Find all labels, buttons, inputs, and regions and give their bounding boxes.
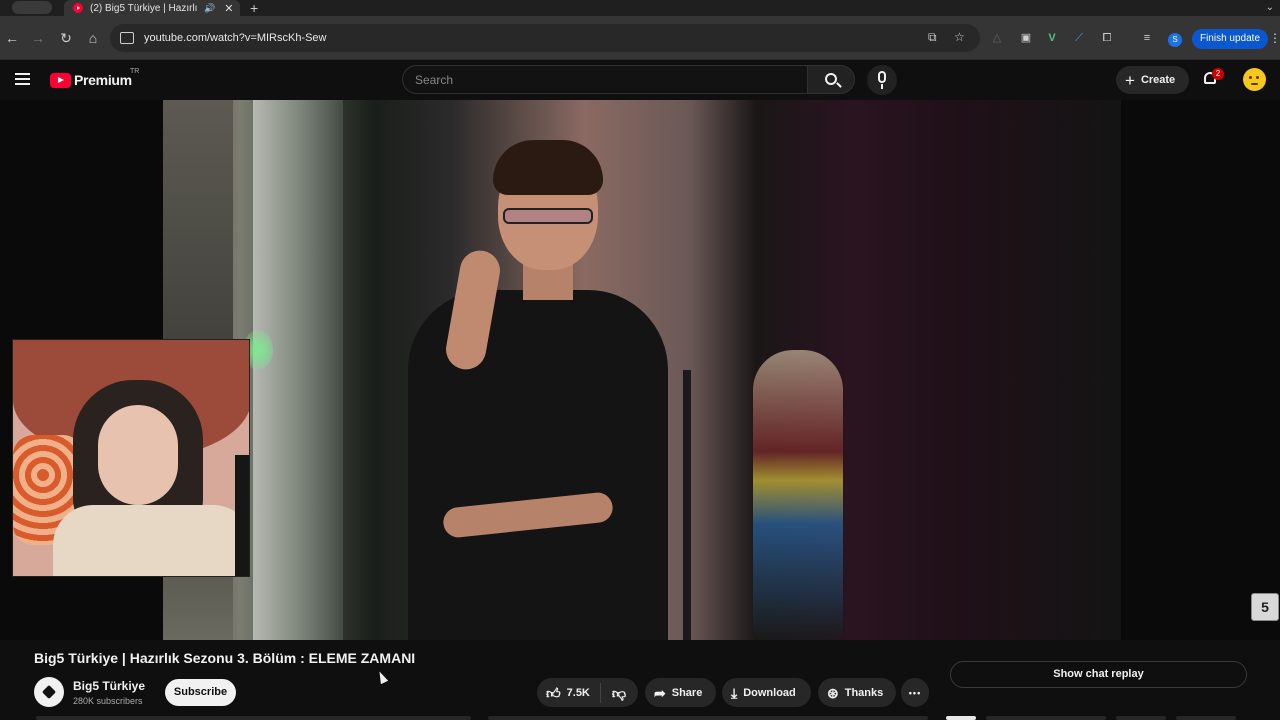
youtube-favicon-icon [73, 3, 83, 13]
address-bar[interactable]: youtube.com/watch?v=MIRscKh-Sew ⧉ ☆ [110, 24, 980, 52]
download-label: Download [743, 686, 796, 699]
voice-search-button[interactable] [867, 65, 897, 95]
like-button[interactable]: 👍︎ 7.5K [537, 682, 601, 703]
extension-translate-icon[interactable]: ▣ [1019, 31, 1033, 45]
reload-icon[interactable]: ↻ [58, 30, 74, 46]
subscriber-count: 280K subscribers [73, 696, 143, 706]
site-info-icon[interactable] [120, 32, 134, 44]
search-input[interactable] [403, 66, 807, 93]
logo-text: Premium [74, 72, 132, 88]
youtube-premium-logo[interactable]: Premium TR [50, 68, 139, 88]
extension-script-icon[interactable]: ⟋ [1072, 31, 1086, 45]
browser-profile-avatar[interactable]: S [1168, 33, 1182, 47]
youtube-play-logo-icon [50, 72, 71, 88]
search-box[interactable] [402, 65, 808, 94]
webcam-overlay [12, 339, 250, 577]
video-title: Big5 Türkiye | Hazırlık Sezonu 3. Bölüm … [34, 650, 416, 666]
tab-title: (2) Big5 Türkiye | Hazırlık Sezonu 3. Bö… [90, 2, 198, 14]
share-arrow-icon: ➦ [654, 684, 666, 701]
url-text[interactable]: youtube.com/watch?v=MIRscKh-Sew [144, 32, 327, 44]
browser-toolbar: ← → ↻ ⌂ youtube.com/watch?v=MIRscKh-Sew … [0, 16, 1280, 60]
bookmark-star-icon[interactable]: ☆ [954, 30, 965, 44]
browser-tab-active[interactable]: (2) Big5 Türkiye | Hazırlık Sezonu 3. Bö… [64, 0, 240, 16]
reading-list-icon[interactable]: ≡ [1140, 31, 1154, 45]
browser-tab-previous[interactable] [12, 1, 52, 14]
like-dislike-group: 👍︎ 7.5K 👎︎ [537, 678, 638, 707]
thanks-button[interactable]: ⊛ Thanks [818, 678, 896, 707]
notification-count-badge: 2 [1212, 68, 1224, 80]
search-button[interactable] [807, 65, 855, 94]
install-app-icon[interactable]: ⧉ [928, 30, 937, 45]
back-arrow-icon[interactable]: ← [4, 30, 20, 46]
video-person [393, 140, 673, 640]
share-label: Share [671, 686, 703, 699]
thanks-dollar-icon: ⊛ [827, 684, 839, 701]
thumbs-up-icon: 👍︎ [546, 684, 561, 701]
extension-drive-icon[interactable]: △ [990, 31, 1004, 45]
channel-name[interactable]: Big5 Türkiye [73, 679, 145, 693]
close-tab-icon[interactable]: ✕ [224, 2, 233, 15]
channel-avatar[interactable] [34, 677, 64, 707]
account-avatar[interactable] [1243, 68, 1266, 91]
thumbs-down-icon: 👎︎ [611, 684, 627, 701]
create-button[interactable]: + Create [1116, 66, 1189, 94]
subscribe-button[interactable]: Subscribe [165, 679, 236, 706]
below-fold-hint [36, 714, 1266, 720]
create-label: Create [1140, 74, 1176, 86]
thanks-label: Thanks [844, 686, 884, 699]
browser-tab-strip: (2) Big5 Türkiye | Hazırlık Sezonu 3. Bö… [0, 0, 1280, 16]
video-player[interactable] [0, 100, 1280, 640]
plus-icon: + [1125, 70, 1135, 90]
home-icon[interactable]: ⌂ [85, 30, 101, 46]
channel-watermark-icon[interactable]: 5 [1251, 593, 1279, 621]
mouse-cursor-icon [375, 669, 389, 685]
background-statue [753, 350, 843, 640]
dislike-button[interactable]: 👎︎ [601, 683, 637, 703]
microphone-icon [878, 71, 886, 83]
browser-menu-icon[interactable]: ⋮ [1269, 31, 1280, 45]
download-button[interactable]: ⤓ Download [722, 678, 811, 707]
logo-region-code: TR [130, 68, 140, 75]
search-icon [825, 73, 837, 85]
download-icon: ⤓ [731, 684, 738, 701]
new-tab-button[interactable]: + [250, 0, 258, 16]
more-dots-icon: ••• [908, 687, 922, 698]
share-button[interactable]: ➦ Share [645, 678, 716, 707]
video-frame[interactable] [163, 100, 1121, 640]
extension-v-icon[interactable]: V [1045, 31, 1059, 45]
finish-update-button[interactable]: Finish update [1192, 29, 1268, 49]
more-actions-button[interactable]: ••• [901, 678, 929, 707]
menu-hamburger-icon[interactable] [15, 73, 30, 85]
speaker-icon[interactable]: 🔊 [204, 3, 215, 14]
forward-arrow-icon[interactable]: → [30, 30, 46, 46]
like-count: 7.5K [566, 686, 590, 699]
extensions-puzzle-icon[interactable]: ⧠ [1100, 31, 1114, 45]
tab-search-chevron-icon[interactable]: ⌄ [1266, 0, 1274, 16]
show-chat-replay-button[interactable]: Show chat replay [950, 661, 1247, 688]
